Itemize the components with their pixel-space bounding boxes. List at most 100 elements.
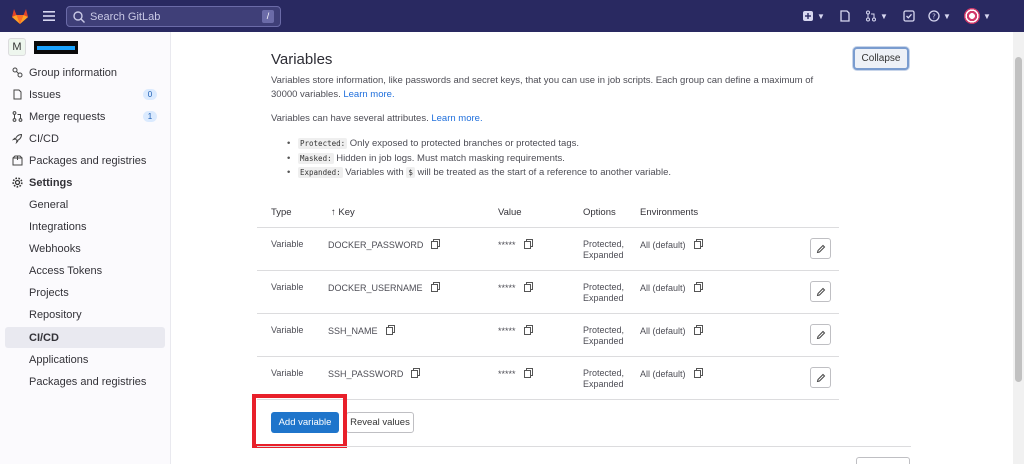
plus-square-icon: [803, 11, 813, 21]
gitlab-logo-icon[interactable]: [10, 6, 30, 26]
attributes-description: Variables can have several attributes. L…: [271, 113, 483, 124]
copy-icon[interactable]: [431, 239, 441, 249]
search-box[interactable]: Search GitLab /: [66, 6, 281, 27]
row-options-line2: Expanded: [583, 293, 624, 303]
group-avatar: M: [8, 38, 26, 56]
row-options: Protected, Expanded: [583, 282, 624, 304]
edit-variable-button[interactable]: [810, 324, 831, 345]
row-type: Variable: [271, 325, 304, 335]
variables-table: Type ↑ Key Value Options Environments Va…: [257, 199, 839, 400]
sidebar-item-packages-registries[interactable]: Packages and registries: [5, 150, 165, 171]
row-environment-text: All (default): [640, 326, 686, 336]
user-avatar: [964, 8, 980, 24]
row-options-line2: Expanded: [583, 379, 624, 389]
section-title: Variables: [271, 51, 333, 68]
row-options-line1: Protected,: [583, 325, 625, 335]
row-options: Protected, Expanded: [583, 325, 624, 347]
sidebar-item-label: Integrations: [29, 220, 87, 233]
help-dropdown[interactable]: ? ▼: [928, 0, 951, 32]
row-options: Protected, Expanded: [583, 239, 624, 261]
edit-variable-button[interactable]: [810, 281, 831, 302]
row-key: SSH_PASSWORD: [328, 368, 421, 379]
row-options-line2: Expanded: [583, 250, 624, 260]
copy-icon[interactable]: [411, 368, 421, 378]
row-environment: All (default): [640, 239, 703, 250]
chevron-down-icon: ▼: [943, 11, 951, 21]
attributes-text: Variables can have several attributes.: [271, 113, 429, 124]
merge-requests-dropdown[interactable]: ▼: [865, 0, 888, 32]
sidebar-item-label: Packages and registries: [29, 154, 147, 167]
protected-desc: Only exposed to protected branches or pr…: [349, 138, 579, 149]
copy-icon[interactable]: [693, 325, 703, 335]
collapse-button[interactable]: Collapse: [853, 47, 909, 70]
help-icon: ?: [928, 10, 940, 22]
sidebar-item-label: Issues: [29, 88, 61, 101]
annotation-highlight-box: [252, 394, 347, 448]
masked-code: Masked:: [298, 152, 334, 164]
copy-icon[interactable]: [385, 325, 395, 335]
sidebar-item-label: Merge requests: [29, 110, 106, 123]
sidebar-subitem-ci-cd[interactable]: CI/CD: [5, 327, 165, 348]
row-environment-text: All (default): [640, 283, 686, 293]
sidebar-item-label: CI/CD: [29, 331, 59, 344]
row-value: *****: [498, 368, 533, 379]
row-key-text: SSH_NAME: [328, 326, 378, 336]
copy-icon[interactable]: [693, 239, 703, 249]
sidebar-item-group-information[interactable]: Group information: [5, 62, 165, 83]
attribute-list: Protected: Only exposed to protected bra…: [287, 137, 671, 181]
sidebar-item-merge-requests[interactable]: Merge requests 1: [5, 106, 165, 127]
edit-variable-button[interactable]: [810, 367, 831, 388]
issues-shortcut[interactable]: [839, 0, 851, 32]
user-menu-dropdown[interactable]: ▼: [964, 0, 991, 32]
sidebar-subitem-applications[interactable]: Applications: [5, 349, 165, 370]
copy-icon[interactable]: [523, 239, 533, 249]
attributes-learn-more-link[interactable]: Learn more.: [431, 113, 482, 124]
sidebar-subitem-repository[interactable]: Repository: [5, 304, 165, 325]
column-header-environments: Environments: [640, 207, 699, 218]
copy-icon[interactable]: [523, 368, 533, 378]
row-value: *****: [498, 282, 533, 293]
copy-icon[interactable]: [693, 368, 703, 378]
copy-icon[interactable]: [693, 282, 703, 292]
sidebar-subitem-webhooks[interactable]: Webhooks: [5, 238, 165, 259]
sidebar-item-ci-cd[interactable]: CI/CD: [5, 128, 165, 149]
merge-requests-count-badge: 1: [143, 111, 157, 122]
list-item: Expanded: Variables with $ will be treat…: [287, 166, 671, 181]
edit-variable-button[interactable]: [810, 238, 831, 259]
top-navbar: Search GitLab / ▼ ▼ ? ▼ ▼: [0, 0, 1024, 32]
sidebar-item-label: Access Tokens: [29, 264, 103, 277]
row-key-text: DOCKER_USERNAME: [328, 283, 423, 293]
reveal-values-button[interactable]: Reveal values: [346, 412, 414, 433]
section-divider: [257, 446, 911, 447]
learn-more-link[interactable]: Learn more.: [343, 89, 394, 100]
create-new-dropdown[interactable]: ▼: [802, 0, 825, 32]
sidebar-subitem-general[interactable]: General: [5, 194, 165, 215]
scrollbar[interactable]: [1013, 32, 1024, 464]
sidebar-item-label: Repository: [29, 308, 82, 321]
table-row: Variable DOCKER_USERNAME ***** Protected…: [257, 271, 839, 314]
sidebar-subitem-projects[interactable]: Projects: [5, 282, 165, 303]
row-key-text: DOCKER_PASSWORD: [328, 240, 424, 250]
next-section-button-partial[interactable]: [856, 457, 910, 464]
copy-icon[interactable]: [523, 282, 533, 292]
row-options-line1: Protected,: [583, 239, 625, 249]
column-header-key[interactable]: ↑ Key: [331, 207, 355, 218]
row-environment: All (default): [640, 282, 703, 293]
section-description: Variables store information, like passwo…: [271, 74, 841, 102]
hamburger-menu-icon[interactable]: [42, 9, 56, 23]
copy-icon[interactable]: [523, 325, 533, 335]
row-value: *****: [498, 325, 533, 336]
package-icon: [12, 155, 23, 166]
sidebar-item-label: General: [29, 198, 69, 211]
sidebar-subitem-access-tokens[interactable]: Access Tokens: [5, 260, 165, 281]
sidebar-item-settings[interactable]: Settings: [5, 172, 165, 193]
scrollbar-thumb[interactable]: [1015, 57, 1022, 382]
sidebar-subitem-packages-registries[interactable]: Packages and registries: [5, 371, 165, 392]
sidebar-item-issues[interactable]: Issues 0: [5, 84, 165, 105]
row-key: DOCKER_USERNAME: [328, 282, 440, 293]
row-type: Variable: [271, 282, 304, 292]
copy-icon[interactable]: [430, 282, 440, 292]
group-header[interactable]: M: [8, 38, 78, 56]
todos-shortcut[interactable]: [903, 0, 915, 32]
sidebar-subitem-integrations[interactable]: Integrations: [5, 216, 165, 237]
